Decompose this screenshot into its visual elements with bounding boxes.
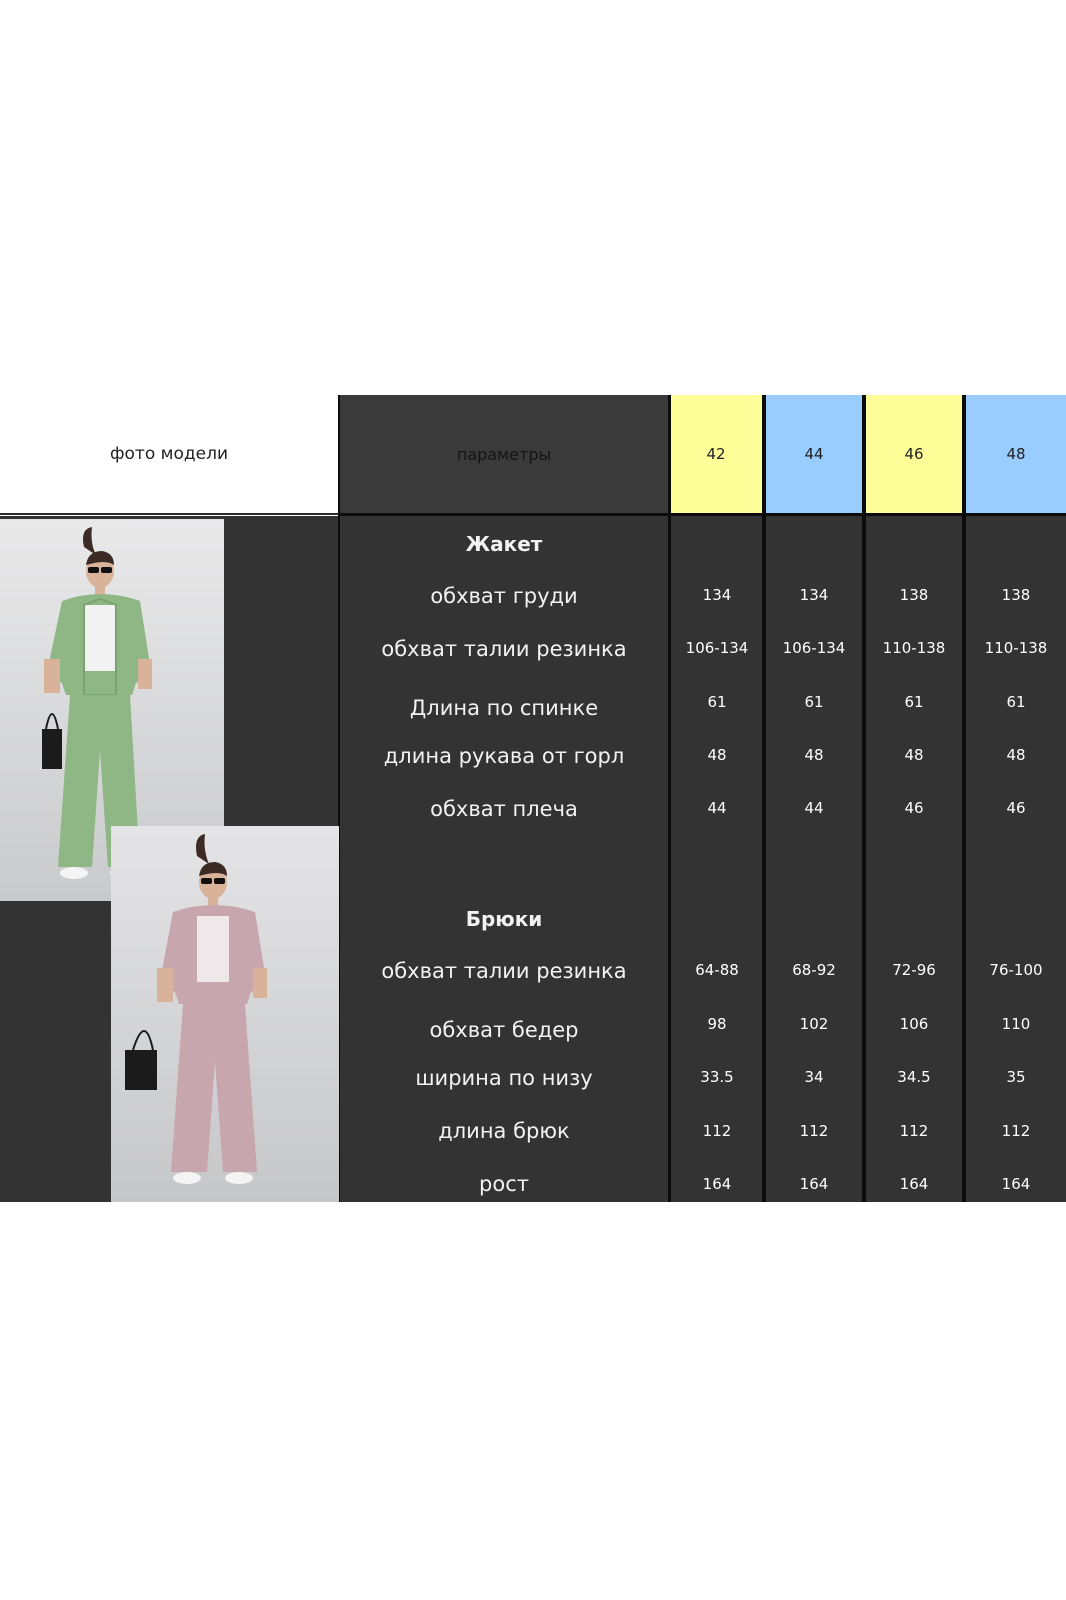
param-label: обхват плеча — [430, 797, 578, 821]
trousers-value-cell: 102 — [799, 1015, 829, 1033]
jacket-value-cell: 46 — [904, 799, 924, 817]
size-header-46: 46 — [866, 395, 962, 513]
param-label: длина брюк — [438, 1119, 570, 1143]
size-header-42: 42 — [670, 395, 762, 513]
jacket-value-cell: 46 — [1006, 799, 1026, 817]
jacket-value-cell: 48 — [804, 746, 824, 764]
param-label: рост — [479, 1172, 529, 1196]
trousers-value-cell: 112 — [899, 1122, 929, 1140]
size-label: 44 — [804, 445, 824, 463]
jacket-value-cell: 138 — [1001, 586, 1031, 604]
param-label: обхват талии резинка — [381, 959, 627, 983]
size-header-48: 48 — [966, 395, 1066, 513]
jacket-section-title: Жакет — [465, 532, 543, 556]
jacket-value-cell: 61 — [1006, 693, 1026, 711]
jacket-value-cell: 106-134 — [782, 639, 846, 657]
trousers-value-cell: 34.5 — [897, 1068, 931, 1086]
trousers-value-cell: 72-96 — [892, 961, 936, 979]
jacket-value-cell: 134 — [702, 586, 732, 604]
trousers-value-cell: 164 — [1001, 1175, 1031, 1193]
size-column-48 — [966, 516, 1066, 1202]
header-photo-cell: фото модели — [0, 395, 338, 515]
params-column — [340, 516, 668, 1202]
jacket-value-cell: 138 — [899, 586, 929, 604]
size-label: 42 — [706, 445, 726, 463]
size-column-46 — [866, 516, 962, 1202]
trousers-value-cell: 164 — [899, 1175, 929, 1193]
size-header-44: 44 — [766, 395, 862, 513]
size-column-42 — [671, 516, 762, 1202]
trousers-value-cell: 164 — [799, 1175, 829, 1193]
jacket-value-cell: 61 — [904, 693, 924, 711]
header-params-cell: параметры — [340, 395, 668, 513]
trousers-value-cell: 164 — [702, 1175, 732, 1193]
jacket-value-cell: 48 — [707, 746, 727, 764]
jacket-value-cell: 134 — [799, 586, 829, 604]
size-label: 46 — [904, 445, 924, 463]
trousers-value-cell: 35 — [1006, 1068, 1026, 1086]
jacket-value-cell: 61 — [804, 693, 824, 711]
trousers-section-title: Брюки — [465, 907, 543, 931]
model-photo-pink — [111, 826, 339, 1202]
trousers-value-cell: 76-100 — [989, 961, 1043, 979]
trousers-value-cell: 34 — [804, 1068, 824, 1086]
trousers-value-cell: 106 — [899, 1015, 929, 1033]
trousers-value-cell: 98 — [707, 1015, 727, 1033]
jacket-value-cell: 61 — [707, 693, 727, 711]
size-column-44 — [766, 516, 862, 1202]
param-label: обхват груди — [430, 584, 578, 608]
trousers-value-cell: 112 — [702, 1122, 732, 1140]
jacket-value-cell: 48 — [904, 746, 924, 764]
param-label: ширина по низу — [415, 1066, 593, 1090]
trousers-value-cell: 64-88 — [695, 961, 739, 979]
param-label: Длина по спинке — [409, 696, 599, 720]
trousers-value-cell: 112 — [1001, 1122, 1031, 1140]
trousers-value-cell: 33.5 — [700, 1068, 734, 1086]
param-label: длина рукава от горл — [383, 744, 625, 768]
size-label: 48 — [1006, 445, 1026, 463]
jacket-value-cell: 110-138 — [882, 639, 946, 657]
trousers-value-cell: 112 — [799, 1122, 829, 1140]
jacket-value-cell: 44 — [804, 799, 824, 817]
params-header-label: параметры — [456, 444, 552, 464]
jacket-value-cell: 44 — [707, 799, 727, 817]
param-label: обхват талии резинка — [381, 637, 627, 661]
jacket-value-cell: 48 — [1006, 746, 1026, 764]
jacket-value-cell: 106-134 — [685, 639, 749, 657]
trousers-value-cell: 110 — [1001, 1015, 1031, 1033]
trousers-value-cell: 68-92 — [792, 961, 836, 979]
photo-header-label: фото модели — [110, 444, 228, 464]
param-label: обхват бедер — [429, 1018, 579, 1042]
jacket-value-cell: 110-138 — [984, 639, 1048, 657]
